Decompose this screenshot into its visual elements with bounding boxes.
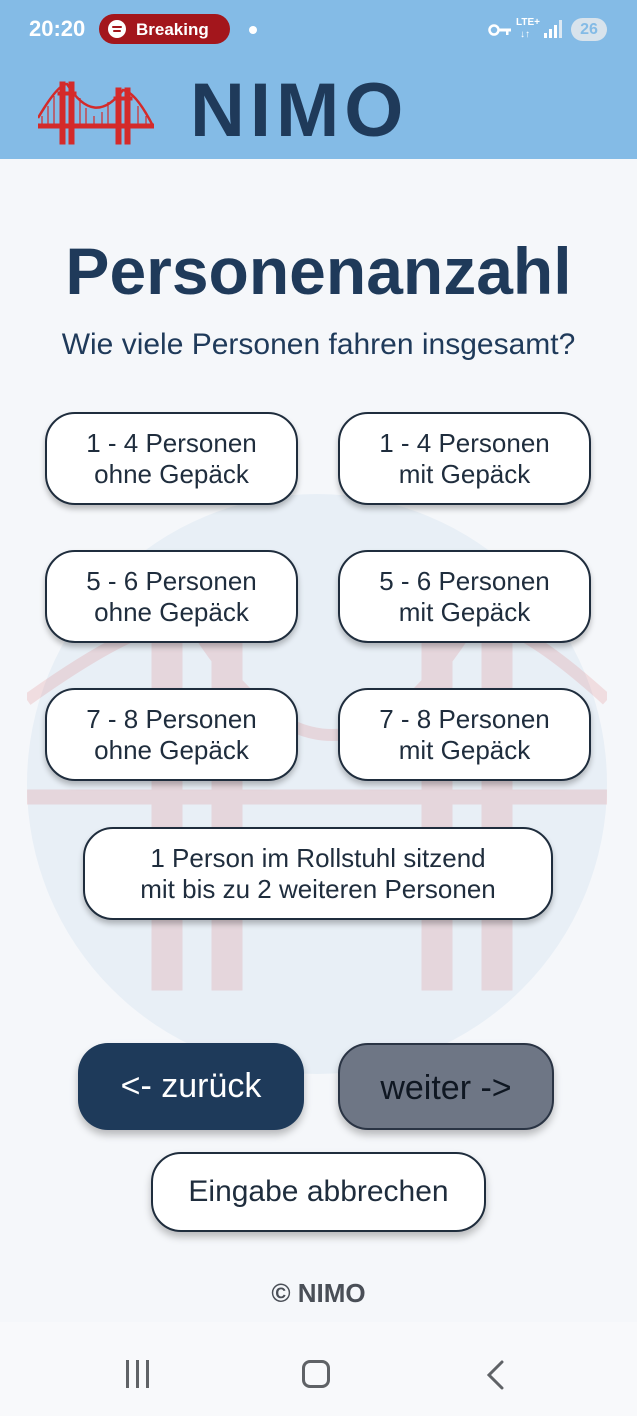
back-chevron-icon[interactable] <box>484 1360 508 1390</box>
page-title: Personenanzahl <box>65 234 572 308</box>
status-bar: 20:20 Breaking LTE+ ↓↑ 26 <box>0 0 637 60</box>
next-button[interactable]: weiter -> <box>338 1043 554 1130</box>
option-line1: 5 - 6 Personen <box>86 566 257 596</box>
spotify-notification-pill[interactable]: Breaking <box>99 14 230 44</box>
watermark-bridge-icon <box>27 617 607 991</box>
option-line2: mit Gepäck <box>398 459 531 489</box>
spotify-icon <box>108 20 126 38</box>
option-5-6-persons-no-luggage[interactable]: 5 - 6 Personen ohne Gepäck <box>45 550 298 643</box>
battery-indicator: 26 <box>571 18 607 41</box>
option-line2: ohne Gepäck <box>94 735 249 765</box>
option-line1: 7 - 8 Personen <box>379 704 550 734</box>
option-line2: ohne Gepäck <box>94 597 249 627</box>
notification-pill-label: Breaking <box>136 20 209 39</box>
notification-dot-icon <box>249 26 257 34</box>
option-5-6-persons-with-luggage[interactable]: 5 - 6 Personen mit Gepäck <box>338 550 591 643</box>
option-1-4-persons-no-luggage[interactable]: 1 - 4 Personen ohne Gepäck <box>45 412 298 505</box>
network-activity-icon: ↓↑ <box>520 29 530 40</box>
status-time: 20:20 <box>29 16 86 41</box>
home-icon[interactable] <box>302 1360 330 1388</box>
app-header: 20:20 Breaking LTE+ ↓↑ 26 NIMO <box>0 0 637 159</box>
footer-copyright: © NIMO <box>271 1278 366 1308</box>
recent-apps-icon[interactable] <box>124 1360 152 1388</box>
option-line1: 1 Person im Rollstuhl sitzend <box>150 843 486 873</box>
system-navigation-bar <box>0 1322 637 1416</box>
vpn-key-icon <box>488 24 511 36</box>
option-line2: mit Gepäck <box>398 735 531 765</box>
option-1-4-persons-with-luggage[interactable]: 1 - 4 Personen mit Gepäck <box>338 412 591 505</box>
signal-strength-icon <box>544 20 562 38</box>
option-line2: ohne Gepäck <box>94 459 249 489</box>
golden-gate-bridge-icon <box>38 81 154 145</box>
option-wheelchair[interactable]: 1 Person im Rollstuhl sitzend mit bis zu… <box>83 827 553 920</box>
brand-logo-text: NIMO <box>190 68 409 153</box>
back-button[interactable]: <- zurück <box>78 1043 304 1130</box>
option-line1: 1 - 4 Personen <box>379 428 550 458</box>
option-line1: 1 - 4 Personen <box>86 428 257 458</box>
option-line1: 5 - 6 Personen <box>379 566 550 596</box>
page-question: Wie viele Personen fahren insgesamt? <box>61 328 576 361</box>
option-7-8-persons-with-luggage[interactable]: 7 - 8 Personen mit Gepäck <box>338 688 591 781</box>
option-7-8-persons-no-luggage[interactable]: 7 - 8 Personen ohne Gepäck <box>45 688 298 781</box>
option-line1: 7 - 8 Personen <box>86 704 257 734</box>
network-type-label: LTE+ <box>516 17 540 28</box>
option-line2: mit Gepäck <box>398 597 531 627</box>
cancel-input-button[interactable]: Eingabe abbrechen <box>151 1152 486 1232</box>
option-line2: mit bis zu 2 weiteren Personen <box>140 874 496 904</box>
